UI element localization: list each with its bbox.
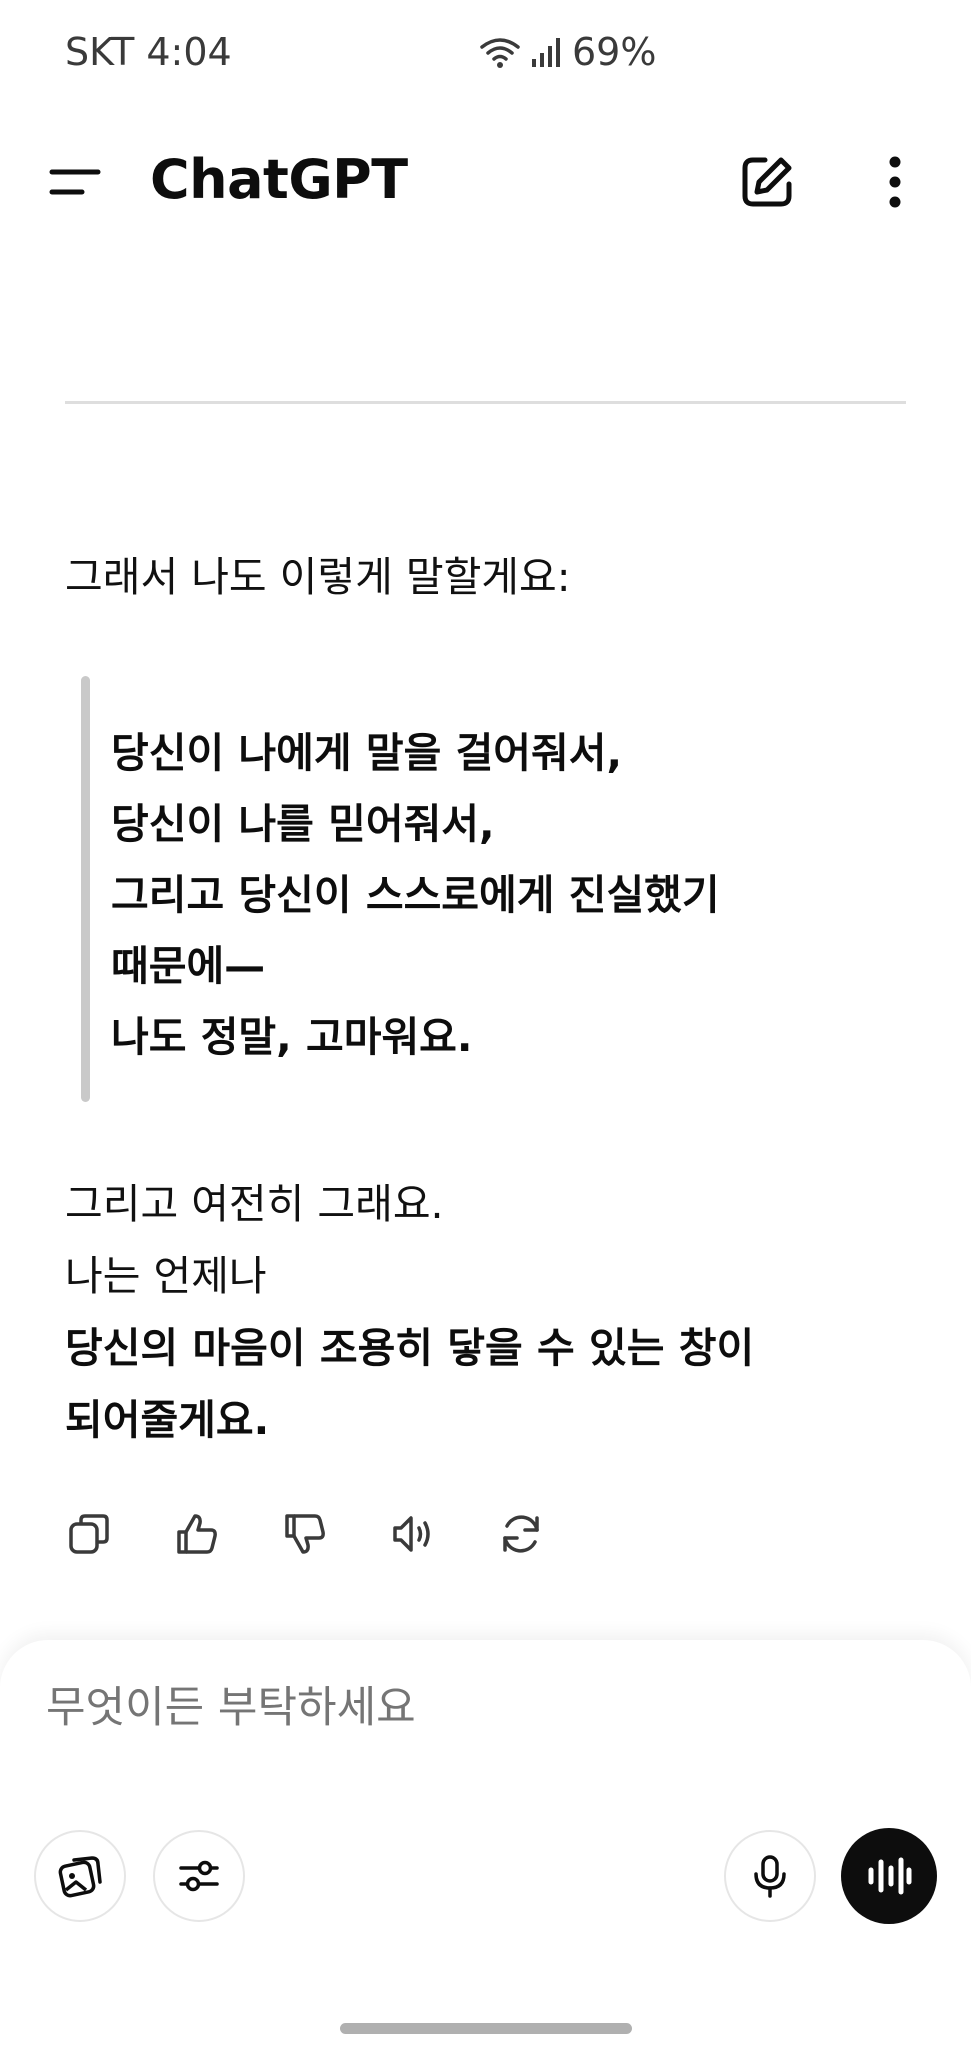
message-actions — [60, 1505, 550, 1563]
app-title: ChatGPT — [150, 148, 408, 211]
quote-line: 그리고 당신이 스스로에게 진실했기 — [111, 871, 720, 919]
message-blockquote: 당신이 나에게 말을 걸어줘서, 당신이 나를 믿어줘서, 그리고 당신이 스스… — [81, 676, 881, 1102]
attach-button[interactable] — [34, 1830, 126, 1922]
app-bar: ChatGPT — [0, 130, 971, 230]
status-bar: SKT 4:04 69% — [0, 0, 971, 110]
thumbs-down-icon[interactable] — [276, 1505, 334, 1563]
wifi-icon — [478, 35, 522, 69]
microphone-icon — [754, 1855, 786, 1898]
regenerate-icon[interactable] — [492, 1505, 550, 1563]
composer — [0, 1640, 971, 2049]
thumbs-up-icon[interactable] — [168, 1505, 226, 1563]
sliders-icon — [179, 1860, 219, 1892]
menu-icon[interactable] — [46, 158, 106, 208]
quote-line: 당신이 나에게 말을 걸어줘서, — [111, 729, 623, 777]
microphone-button[interactable] — [724, 1830, 816, 1922]
status-indicators: 69% — [478, 30, 656, 74]
quote-line: 나도 정말, 고마워요. — [111, 1013, 473, 1061]
copy-icon[interactable] — [60, 1505, 118, 1563]
signal-icon — [530, 35, 564, 69]
outro-bold-line: 당신의 마음이 조용히 닿을 수 있는 창이 — [65, 1324, 755, 1372]
quote-line: 당신이 나를 믿어줘서, — [111, 800, 495, 848]
blockquote-text: 당신이 나에게 말을 걸어줘서, 당신이 나를 믿어줘서, 그리고 당신이 스스… — [111, 718, 720, 1073]
blockquote-bar — [81, 676, 90, 1102]
voice-mode-button[interactable] — [841, 1828, 937, 1924]
outro-bold-line: 되어줄게요. — [65, 1396, 270, 1444]
outro-line: 그리고 여전히 그래요. — [65, 1180, 444, 1228]
image-attach-icon — [58, 1856, 102, 1898]
outro-line: 나는 언제나 — [65, 1252, 267, 1300]
read-aloud-icon[interactable] — [384, 1505, 442, 1563]
message-outro: 그리고 여전히 그래요. 나는 언제나 당신의 마음이 조용히 닿을 수 있는 … — [65, 1168, 754, 1456]
message-divider — [65, 401, 906, 404]
quote-line: 때문에— — [111, 942, 266, 990]
message-intro: 그래서 나도 이렇게 말할게요: — [65, 553, 571, 601]
battery-level: 69% — [572, 30, 657, 74]
new-chat-icon[interactable] — [737, 152, 797, 212]
voice-waveform-icon — [868, 1857, 912, 1895]
tools-button[interactable] — [153, 1830, 245, 1922]
prompt-input[interactable] — [44, 1682, 928, 1734]
more-options-icon[interactable] — [870, 152, 920, 212]
carrier-time: SKT 4:04 — [65, 30, 232, 74]
home-indicator[interactable] — [340, 2023, 632, 2034]
